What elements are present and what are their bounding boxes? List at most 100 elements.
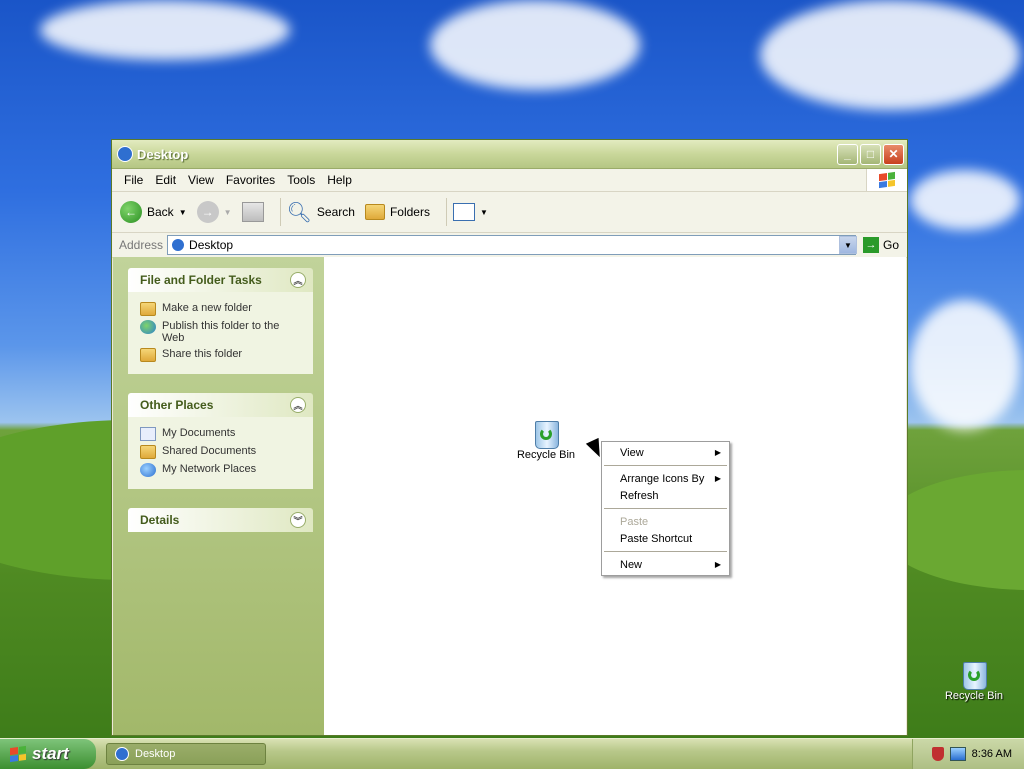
- collapse-chevron-icon[interactable]: ︽: [290, 272, 306, 288]
- file-folder-tasks-header[interactable]: File and Folder Tasks ︽: [128, 268, 313, 292]
- shared-documents-link[interactable]: Shared Documents: [140, 445, 303, 459]
- recycle-bin-icon: [531, 417, 561, 449]
- explorer-window: Desktop _ □ ✕ File Edit View Favorites T…: [111, 139, 908, 736]
- submenu-arrow-icon: ▶: [714, 560, 721, 569]
- menu-tools[interactable]: Tools: [281, 173, 321, 187]
- other-places-panel: Other Places ︽ My Documents Shared Docum…: [128, 393, 313, 489]
- ctx-paste-shortcut-label: Paste Shortcut: [620, 532, 693, 545]
- menu-favorites[interactable]: Favorites: [220, 173, 281, 187]
- ctx-view-label: View: [620, 446, 644, 459]
- windows-logo-icon: [866, 169, 907, 191]
- views-button[interactable]: ▼: [452, 203, 488, 221]
- forward-dropdown-icon[interactable]: ▼: [224, 208, 232, 217]
- taskbar-desktop-window[interactable]: Desktop: [106, 743, 266, 765]
- desktop-recycle-bin[interactable]: Recycle Bin: [939, 658, 1009, 702]
- make-new-folder-link[interactable]: Make a new folder: [140, 302, 303, 316]
- folders-button[interactable]: Folders: [364, 204, 430, 220]
- my-documents-link[interactable]: My Documents: [140, 427, 303, 441]
- ctx-paste-shortcut[interactable]: Paste Shortcut: [602, 530, 729, 547]
- back-button[interactable]: ← Back ▼: [120, 201, 187, 223]
- back-arrow-icon: ←: [120, 201, 142, 223]
- toolbar: ← Back ▼ → ▼ 🔍︎ Search Folders ▼: [112, 192, 907, 233]
- publish-folder-label: Publish this folder to the Web: [162, 320, 280, 344]
- toolbar-separator: [279, 198, 281, 226]
- forward-arrow-icon: →: [196, 201, 219, 223]
- my-documents-label: My Documents: [162, 427, 236, 439]
- collapse-chevron-icon[interactable]: ︽: [290, 397, 306, 413]
- search-icon: 🔍︎: [286, 201, 312, 224]
- content-recycle-bin-label: Recycle Bin: [516, 449, 576, 461]
- details-header[interactable]: Details ︾: [128, 508, 313, 532]
- address-label: Address: [119, 238, 164, 252]
- up-folder-button[interactable]: [241, 202, 264, 222]
- go-label: Go: [882, 238, 899, 252]
- share-folder-label: Share this folder: [162, 348, 243, 360]
- task-pane: File and Folder Tasks ︽ Make a new folde…: [113, 257, 324, 735]
- publish-folder-link[interactable]: Publish this folder to the Web: [140, 320, 303, 344]
- desktop-address-icon: [171, 238, 186, 252]
- up-folder-icon: [241, 202, 264, 222]
- folders-label: Folders: [389, 205, 430, 219]
- close-button[interactable]: ✕: [883, 143, 904, 165]
- new-folder-icon: [140, 302, 156, 316]
- system-tray: 8:36 AM: [912, 739, 1024, 769]
- minimize-button[interactable]: _: [837, 143, 858, 165]
- shared-documents-label: Shared Documents: [162, 445, 257, 457]
- ctx-refresh[interactable]: Refresh: [602, 487, 729, 504]
- submenu-arrow-icon: ▶: [714, 474, 721, 483]
- file-folder-tasks-panel: File and Folder Tasks ︽ Make a new folde…: [128, 268, 313, 374]
- shared-documents-icon: [140, 445, 156, 459]
- maximize-button[interactable]: □: [860, 143, 881, 165]
- expand-chevron-icon[interactable]: ︾: [290, 512, 306, 528]
- details-panel: Details ︾: [128, 508, 313, 532]
- ctx-view[interactable]: View ▶: [602, 444, 729, 461]
- network-places-icon: [140, 463, 156, 477]
- windows-flag-icon: [10, 745, 26, 763]
- ctx-paste-label: Paste: [620, 515, 649, 528]
- my-network-places-label: My Network Places: [162, 463, 257, 475]
- taskbar-item-label: Desktop: [135, 748, 176, 760]
- desktop-window-icon: [117, 146, 133, 162]
- my-network-places-link[interactable]: My Network Places: [140, 463, 303, 477]
- start-label: start: [32, 744, 69, 763]
- menu-bar: File Edit View Favorites Tools Help: [112, 169, 907, 192]
- content-recycle-bin[interactable]: Recycle Bin: [511, 417, 581, 461]
- desktop-recycle-bin-label: Recycle Bin: [944, 690, 1004, 702]
- menu-view[interactable]: View: [182, 173, 220, 187]
- menu-help[interactable]: Help: [321, 173, 358, 187]
- search-label: Search: [316, 205, 355, 219]
- menu-file[interactable]: File: [118, 173, 149, 187]
- ctx-arrange-icons-by[interactable]: Arrange Icons By ▶: [602, 470, 729, 487]
- ctx-new[interactable]: New ▶: [602, 556, 729, 573]
- share-folder-link[interactable]: Share this folder: [140, 348, 303, 362]
- forward-button[interactable]: → ▼: [196, 201, 232, 223]
- ctx-refresh-label: Refresh: [620, 489, 659, 502]
- make-new-folder-label: Make a new folder: [162, 302, 252, 314]
- menu-separator: [604, 508, 727, 509]
- address-bar: Address Desktop ▼ → Go: [112, 233, 907, 258]
- taskbar: start Desktop 8:36 AM: [0, 738, 1024, 769]
- address-dropdown-icon[interactable]: ▼: [838, 236, 857, 254]
- submenu-arrow-icon: ▶: [714, 448, 721, 457]
- network-tray-icon[interactable]: [949, 747, 966, 761]
- back-label: Back: [147, 205, 174, 219]
- recycle-bin-icon: [959, 658, 989, 690]
- folders-icon: [364, 204, 385, 220]
- go-arrow-icon: →: [862, 237, 879, 253]
- other-places-header[interactable]: Other Places ︽: [128, 393, 313, 417]
- ctx-arrange-label: Arrange Icons By: [620, 472, 705, 485]
- title-bar[interactable]: Desktop _ □ ✕: [112, 140, 907, 169]
- security-shield-icon[interactable]: [931, 747, 944, 761]
- views-icon: [452, 203, 475, 221]
- ctx-new-label: New: [620, 558, 643, 571]
- window-title: Desktop: [137, 146, 189, 162]
- search-button[interactable]: 🔍︎ Search: [287, 200, 355, 225]
- views-dropdown-icon: ▼: [479, 207, 488, 217]
- menu-edit[interactable]: Edit: [149, 173, 182, 187]
- back-dropdown-icon[interactable]: ▼: [179, 208, 187, 217]
- start-button[interactable]: start: [0, 739, 96, 769]
- address-input[interactable]: Desktop: [167, 235, 856, 255]
- context-menu: View ▶ Arrange Icons By ▶ Refresh Paste …: [601, 441, 730, 576]
- go-button[interactable]: → Go: [862, 237, 899, 253]
- clock[interactable]: 8:36 AM: [972, 748, 1012, 760]
